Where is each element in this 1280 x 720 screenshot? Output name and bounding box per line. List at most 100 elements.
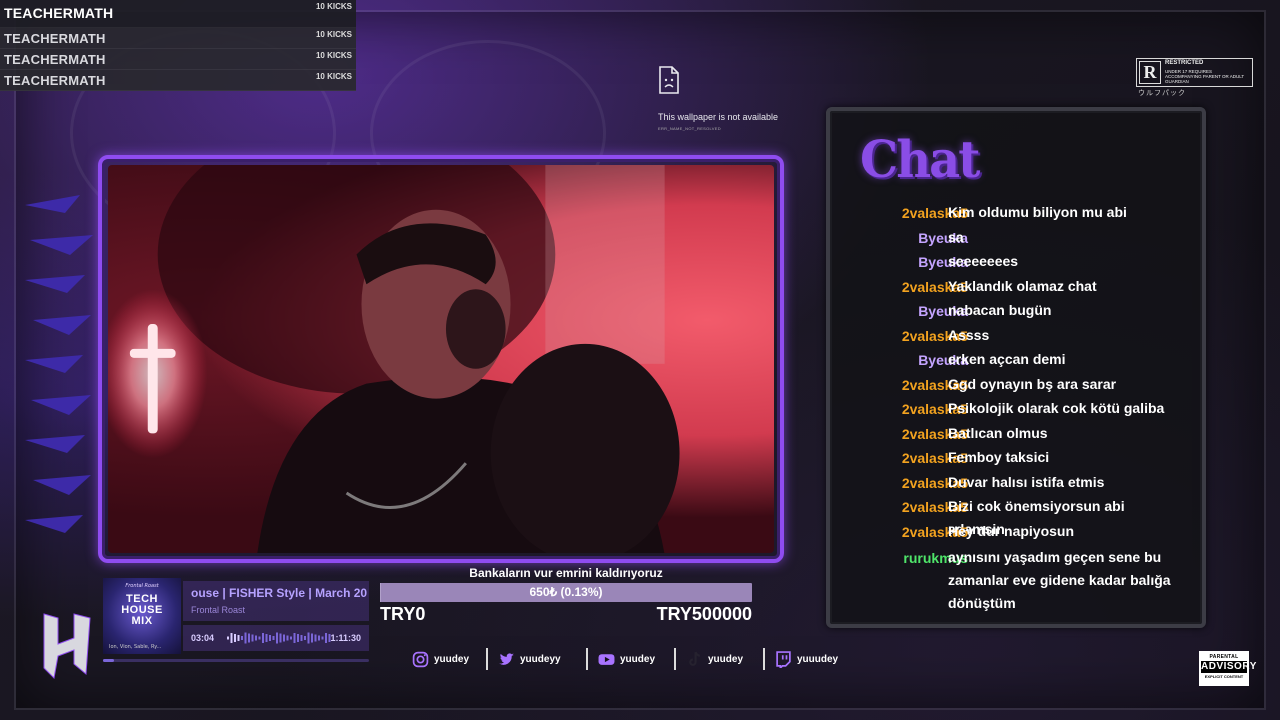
divider (486, 648, 488, 670)
waveform-bar (314, 634, 317, 642)
chat-text: Ggd oynayın bş ara sarar (948, 376, 1117, 392)
pa-top: PARENTAL (1209, 654, 1239, 660)
track-artist: Frontal Roast (191, 605, 246, 615)
waveform-bar (237, 635, 240, 641)
waveform-bar (248, 633, 250, 643)
kick-row: TEACHERMATH 10 KICKS (0, 70, 356, 91)
waveform-bar (318, 635, 320, 641)
kick-row: TEACHERMATH 10 KICKS (0, 49, 356, 70)
waveform-bar (269, 635, 271, 641)
social-handle: yuuudey (797, 653, 839, 665)
chat-text: Batlıcan olmus (948, 425, 1048, 441)
twitter-icon (499, 652, 514, 665)
chat-text: Duvar halısı istifa etmis (948, 474, 1105, 490)
cover-title: TECH HOUSE MIX (121, 593, 163, 627)
goal-progress-bar: 650₺ (0.13%) (380, 583, 752, 602)
kick-name: TEACHERMATH (4, 52, 106, 67)
waveform-bar (279, 633, 282, 643)
waveform-bar (283, 634, 285, 642)
kick-count: 10 KICKS (315, 51, 352, 60)
track-title: ouse | FISHER Style | March 20 (191, 586, 368, 600)
social-tiktok[interactable]: yuudey (686, 648, 743, 670)
goal-max-label: TRY500000 (656, 604, 752, 624)
track-time-current: 03:04 (191, 633, 215, 643)
social-handle: yuudey (434, 653, 470, 665)
pa-bottom: EXPLICIT CONTENT (1204, 674, 1244, 679)
kick-count: 10 KICKS (315, 30, 352, 39)
waveform-bar (241, 636, 243, 640)
kick-leaderboard: TEACHERMATH 10 KICKS TEACHERMATH 10 KICK… (0, 0, 356, 91)
waveform-bar (265, 634, 268, 642)
social-twitch[interactable]: yuuudey (775, 648, 838, 670)
waveform-bar (258, 636, 261, 640)
goal-value: 650₺ (0.13%) (529, 585, 603, 599)
divider (763, 648, 765, 670)
social-handle: yuudey (708, 653, 744, 665)
chat-text: erken açcan demi (948, 351, 1066, 367)
chat-text: Psikolojik olarak cok kötü galiba (948, 400, 1165, 416)
chat-text: aynısını yaşadım geçen sene bu zamanlar … (948, 549, 1171, 611)
kick-name: TEACHERMATH (4, 5, 114, 21)
chat-text: seeeeeees (948, 253, 1019, 269)
track-progress-bar (103, 659, 369, 662)
track-time-box: 03:04 1:11:30 (183, 625, 369, 651)
rating-title: RESTRICTED (1165, 60, 1204, 66)
waveform (227, 632, 331, 644)
wallpaper-error-code: ERR_NAME_NOT_RESOLVED (658, 126, 721, 131)
social-handle: yuudey (620, 653, 656, 665)
track-info: ouse | FISHER Style | March 20 Frontal R… (183, 581, 369, 621)
chat-text: Kim oldumu biliyon mu abi (948, 204, 1127, 220)
chat-text: nabacan bugün (948, 302, 1052, 318)
social-twitter[interactable]: yuudeyy (498, 648, 561, 670)
kick-row: TEACHERMATH 10 KICKS (0, 0, 356, 28)
track-time-total: 1:11:30 (330, 633, 361, 643)
waveform-bar (321, 636, 324, 640)
waveform-bar (286, 635, 289, 641)
kick-count: 10 KICKS (315, 72, 352, 81)
waveform-bar (304, 636, 306, 640)
broken-document-icon (659, 66, 679, 94)
cover-credits: Ion, Vion, Sable, Ry... (109, 644, 162, 650)
youtube-icon (598, 653, 615, 665)
waveform-bar (297, 634, 299, 642)
instagram-icon (412, 651, 429, 667)
goal-title: Bankaların vur emrini kaldırıyoruz (469, 566, 663, 580)
waveform-bar (234, 634, 236, 642)
spike-decoration (25, 195, 93, 533)
cover-artist: Frontal Roast (125, 583, 159, 589)
chat-text: sa (948, 229, 964, 245)
restricted-badge: R RESTRICTED UNDER 17 REQUIRES ACCOMPANY… (1136, 58, 1253, 87)
pa-middle: ADVISORY (1201, 661, 1257, 673)
social-youtube[interactable]: yuudey (598, 648, 655, 670)
waveform-bar (325, 633, 327, 643)
music-player: Frontal Roast TECH HOUSE MIX Ion, Vion, … (103, 578, 371, 664)
waveform-bar (311, 633, 313, 643)
waveform-bar (293, 633, 296, 643)
divider (674, 648, 676, 670)
chat-title: Chat (860, 130, 980, 190)
chat-text: Hey dur napiyosun (948, 523, 1075, 539)
parental-advisory-badge: PARENTAL ADVISORY EXPLICIT CONTENT (1199, 651, 1257, 686)
chat-text: Assss (948, 327, 990, 343)
track-progress-fill (103, 659, 115, 662)
album-cover: Frontal Roast TECH HOUSE MIX Ion, Vion, … (103, 578, 181, 654)
katakana-text: ウルフパック (1138, 89, 1186, 97)
divider (586, 648, 588, 670)
waveform-bar (290, 636, 292, 640)
social-instagram[interactable]: yuudey (412, 648, 469, 670)
waveform-bar (307, 632, 310, 644)
webcam-frame (98, 155, 784, 563)
waveform-bar (255, 635, 257, 641)
twitch-icon (776, 650, 791, 668)
kick-name: TEACHERMATH (4, 73, 106, 88)
waveform-bar (300, 635, 303, 641)
waveform-bar (276, 632, 278, 644)
wallpaper-error-message: This wallpaper is not available (658, 112, 779, 122)
webcam-feed (108, 165, 774, 553)
tiktok-icon (689, 651, 701, 666)
kick-name: TEACHERMATH (4, 31, 106, 46)
webcam-scene (108, 165, 680, 553)
waveform-bar (251, 634, 254, 642)
kick-count: 10 KICKS (315, 2, 352, 11)
social-handle: yuudeyy (520, 653, 561, 665)
